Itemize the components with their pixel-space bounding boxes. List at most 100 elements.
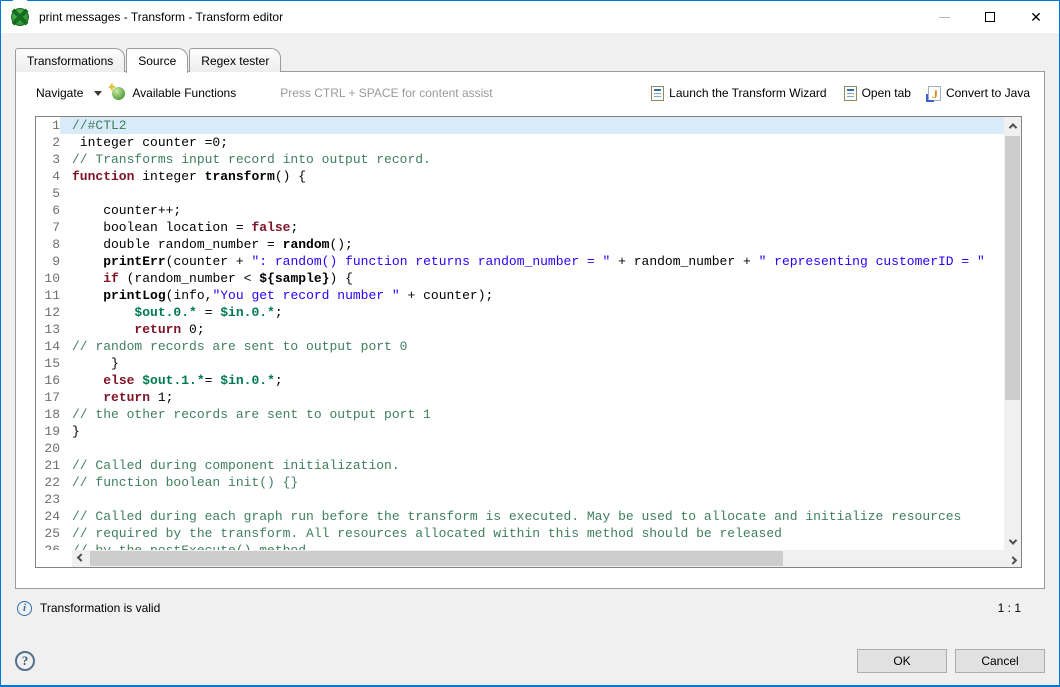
caret-position: 1 : 1 <box>998 601 1021 615</box>
line-number: 25 <box>36 525 60 542</box>
code-line-text: $out.0.* = $in.0.*; <box>60 304 1004 321</box>
available-functions-button[interactable]: Available Functions <box>112 86 236 100</box>
tab-transformations[interactable]: Transformations <box>15 48 125 72</box>
open-tab-label: Open tab <box>862 86 911 100</box>
line-number: 9 <box>36 253 60 270</box>
code-line: 11 printLog(info,"You get record number … <box>36 287 1004 304</box>
code-line-text <box>60 440 1004 457</box>
green-sphere-plus-icon <box>112 87 125 100</box>
scroll-left-button[interactable] <box>72 550 89 567</box>
scroll-up-button[interactable] <box>1004 117 1021 134</box>
code-line-text: // Called during component initializatio… <box>60 457 1004 474</box>
ok-button[interactable]: OK <box>857 649 947 673</box>
code-line-text: else $out.1.*= $in.0.*; <box>60 372 1004 389</box>
code-line-text: // function boolean init() {} <box>60 474 1004 491</box>
close-button[interactable]: ✕ <box>1013 1 1059 33</box>
minimize-button[interactable] <box>921 1 967 33</box>
tab-regex-tester[interactable]: Regex tester <box>189 48 281 72</box>
line-number: 17 <box>36 389 60 406</box>
code-line: 24// Called during each graph run before… <box>36 508 1004 525</box>
code-line: 19} <box>36 423 1004 440</box>
tab-bar: TransformationsSourceRegex tester <box>15 48 282 72</box>
window-title: print messages - Transform - Transform e… <box>39 10 283 24</box>
open-tab-button[interactable]: Open tab <box>844 86 911 101</box>
dialog-body: TransformationsSourceRegex tester Naviga… <box>1 33 1059 685</box>
code-line-text: if (random_number < ${sample}) { <box>60 270 1004 287</box>
line-number: 3 <box>36 151 60 168</box>
code-line: 10 if (random_number < ${sample}) { <box>36 270 1004 287</box>
scroll-down-button[interactable] <box>1004 533 1021 550</box>
code-line-text: // required by the transform. All resour… <box>60 525 1004 542</box>
line-number: 19 <box>36 423 60 440</box>
line-number: 11 <box>36 287 60 304</box>
line-number: 20 <box>36 440 60 457</box>
editor-toolbar: Navigate Available Functions Press CTRL … <box>16 72 1044 114</box>
vertical-scrollbar[interactable] <box>1004 117 1021 550</box>
tab-source[interactable]: Source <box>126 48 188 73</box>
chevron-down-icon <box>1008 536 1016 544</box>
info-circle-icon: i <box>17 601 32 616</box>
code-line: 25// required by the transform. All reso… <box>36 525 1004 542</box>
line-number: 18 <box>36 406 60 423</box>
code-line: 20 <box>36 440 1004 457</box>
code-line-text: // random records are sent to output por… <box>60 338 1004 355</box>
code-editor[interactable]: 1//#CTL22 integer counter =0;3// Transfo… <box>35 116 1022 568</box>
code-line: 14// random records are sent to output p… <box>36 338 1004 355</box>
help-button[interactable]: ? <box>15 651 35 671</box>
cancel-button[interactable]: Cancel <box>955 649 1045 673</box>
line-number: 15 <box>36 355 60 372</box>
line-number: 8 <box>36 236 60 253</box>
code-line: 15 } <box>36 355 1004 372</box>
code-line: 1//#CTL2 <box>36 117 1004 134</box>
tab-content: Navigate Available Functions Press CTRL … <box>15 71 1045 589</box>
transform-editor-window: print messages - Transform - Transform e… <box>0 0 1060 687</box>
code-line: 17 return 1; <box>36 389 1004 406</box>
navigate-button[interactable]: Navigate <box>36 86 102 100</box>
line-number: 4 <box>36 168 60 185</box>
code-line: 21// Called during component initializat… <box>36 457 1004 474</box>
code-line: 13 return 0; <box>36 321 1004 338</box>
launch-transform-wizard-label: Launch the Transform Wizard <box>669 86 826 100</box>
code-line-text <box>60 491 1004 508</box>
code-line: 26// by the postExecute() method. <box>36 542 1004 550</box>
status-message: Transformation is valid <box>40 601 160 615</box>
code-line-text: counter++; <box>60 202 1004 219</box>
code-line: 12 $out.0.* = $in.0.*; <box>36 304 1004 321</box>
line-number: 7 <box>36 219 60 236</box>
code-line-text: // by the postExecute() method. <box>60 542 1004 550</box>
code-line: 7 boolean location = false; <box>36 219 1004 236</box>
line-number: 26 <box>36 542 60 550</box>
navigate-label: Navigate <box>36 86 83 100</box>
horizontal-scrollbar[interactable] <box>36 550 1021 567</box>
line-number: 23 <box>36 491 60 508</box>
code-line-text: printLog(info,"You get record number " +… <box>60 287 1004 304</box>
document-lines-icon <box>844 86 857 101</box>
maximize-button[interactable] <box>967 1 1013 33</box>
line-number: 1 <box>36 117 60 134</box>
launch-transform-wizard-button[interactable]: Launch the Transform Wizard <box>651 86 826 101</box>
code-line-text: function integer transform() { <box>60 168 1004 185</box>
code-line: 2 integer counter =0; <box>36 134 1004 151</box>
code-line-text: // the other records are sent to output … <box>60 406 1004 423</box>
scroll-right-button[interactable] <box>1004 550 1021 567</box>
horizontal-scrollbar-thumb[interactable] <box>90 551 783 566</box>
line-number: 14 <box>36 338 60 355</box>
code-line: 23 <box>36 491 1004 508</box>
question-icon: ? <box>22 653 29 669</box>
code-line: 9 printErr(counter + ": random() functio… <box>36 253 1004 270</box>
clover-icon <box>11 8 29 26</box>
status-bar: i Transformation is valid 1 : 1 <box>17 598 1045 618</box>
minimize-icon <box>939 17 950 18</box>
code-line-text: } <box>60 423 1004 440</box>
vertical-scrollbar-thumb[interactable] <box>1005 136 1020 400</box>
code-line: 6 counter++; <box>36 202 1004 219</box>
code-line: 3// Transforms input record into output … <box>36 151 1004 168</box>
code-line: 22// function boolean init() {} <box>36 474 1004 491</box>
code-view[interactable]: 1//#CTL22 integer counter =0;3// Transfo… <box>36 117 1004 550</box>
code-line-text: } <box>60 355 1004 372</box>
available-functions-label: Available Functions <box>132 86 236 100</box>
convert-to-java-button[interactable]: Convert to Java <box>928 86 1030 101</box>
chevron-left-icon <box>76 553 84 561</box>
code-line: 4function integer transform() { <box>36 168 1004 185</box>
code-line-text: printErr(counter + ": random() function … <box>60 253 1004 270</box>
